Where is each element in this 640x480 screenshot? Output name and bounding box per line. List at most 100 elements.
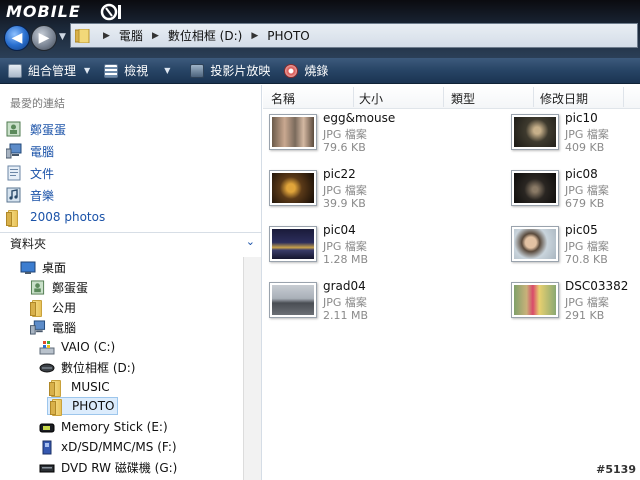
- views-icon: [104, 63, 119, 78]
- favorite-item-computer[interactable]: 電腦: [6, 142, 54, 160]
- burn-button[interactable]: 燒錄: [276, 58, 334, 83]
- drive-icon: [39, 363, 55, 372]
- folders-heading[interactable]: 資料夾 ⌄: [10, 235, 255, 252]
- file-list-pane: 名稱 大小 類型 修改日期 egg&mouse JPG 檔案 79.6 KB p…: [263, 85, 640, 480]
- file-name: pic22: [323, 167, 356, 181]
- watermark: #5139: [596, 463, 636, 476]
- photo-thumbnail: [511, 226, 559, 262]
- file-name: grad04: [323, 279, 366, 293]
- tree-item-card-reader-f[interactable]: xD/SD/MMC/MS (F:): [39, 438, 177, 456]
- tree-item-user[interactable]: 鄭蛋蛋: [30, 278, 88, 296]
- organize-icon: [8, 63, 22, 78]
- favorite-label: 文件: [30, 166, 55, 181]
- favorites-heading: 最愛的連結: [10, 97, 65, 110]
- photo-thumbnail: [511, 282, 559, 318]
- file-size: 79.6 KB: [323, 141, 366, 154]
- recent-pages-dropdown[interactable]: ▼: [59, 32, 66, 42]
- folder-icon: [30, 299, 46, 317]
- file-size: 409 KB: [565, 141, 605, 154]
- chevron-down-icon: ▼: [84, 66, 91, 75]
- tree-label: 桌面: [42, 260, 67, 275]
- tree-item-photo[interactable]: PHOTO: [47, 397, 119, 416]
- file-size: 2.11 MB: [323, 309, 369, 322]
- folder-icon: [75, 28, 90, 43]
- file-item-pic04[interactable]: pic04 JPG 檔案 1.28 MB: [263, 223, 443, 271]
- views-button[interactable]: 檢視 ▼: [96, 58, 176, 83]
- back-button[interactable]: ◀: [4, 25, 30, 51]
- file-size: 291 KB: [565, 309, 605, 322]
- tree-item-desktop[interactable]: 桌面: [20, 258, 66, 276]
- file-type: JPG 檔案: [565, 184, 609, 197]
- file-name: pic05: [565, 223, 598, 237]
- file-item-dsc03382[interactable]: DSC03382 JPG 檔案 291 KB: [505, 279, 640, 327]
- address-bar[interactable]: ▶ 電腦 ▶ 數位相框 (D:) ▶ PHOTO: [70, 23, 638, 48]
- file-item-pic05[interactable]: pic05 JPG 檔案 70.8 KB: [505, 223, 640, 271]
- photo-thumbnail: [511, 114, 559, 150]
- tree-scrollbar[interactable]: [243, 257, 261, 480]
- favorite-item-music[interactable]: 音樂: [6, 186, 54, 204]
- organize-button[interactable]: 組合管理 ▼: [0, 58, 96, 83]
- column-divider[interactable]: [443, 87, 444, 107]
- breadcrumb-photo[interactable]: PHOTO: [267, 29, 309, 43]
- column-header-size[interactable]: 大小: [359, 90, 383, 107]
- file-type: JPG 檔案: [323, 296, 367, 309]
- favorite-label: 鄭蛋蛋: [30, 122, 67, 137]
- tree-item-memory-stick-e[interactable]: Memory Stick (E:): [39, 418, 168, 436]
- tree-label: 數位相框 (D:): [61, 360, 136, 375]
- favorite-item-2008-photos[interactable]: 2008 photos: [6, 208, 105, 227]
- file-item-pic22[interactable]: pic22 JPG 檔案 39.9 KB: [263, 167, 443, 215]
- column-header-type[interactable]: 類型: [451, 90, 475, 107]
- divider: [0, 232, 261, 233]
- tree-item-public[interactable]: 公用: [30, 298, 76, 317]
- file-type: JPG 檔案: [565, 296, 609, 309]
- favorite-label: 音樂: [30, 188, 55, 203]
- file-item-egg-mouse[interactable]: egg&mouse JPG 檔案 79.6 KB: [263, 111, 443, 159]
- file-name: pic08: [565, 167, 598, 181]
- chevron-down-icon[interactable]: ⌄: [246, 235, 255, 252]
- tree-item-computer[interactable]: 電腦: [30, 318, 76, 336]
- file-name: DSC03382: [565, 279, 629, 293]
- breadcrumb-computer[interactable]: 電腦: [119, 27, 143, 44]
- desktop-icon: [20, 261, 36, 274]
- mobile01-logo-icon: [100, 3, 121, 21]
- tree-label: DVD RW 磁碟機 (G:): [61, 460, 178, 475]
- chevron-right-icon: ▶: [103, 30, 110, 41]
- column-divider[interactable]: [533, 87, 534, 107]
- forward-button[interactable]: ▶: [31, 25, 57, 51]
- tree-label: xD/SD/MMC/MS (F:): [61, 440, 177, 454]
- file-item-pic08[interactable]: pic08 JPG 檔案 679 KB: [505, 167, 640, 215]
- tree-item-dvd-g[interactable]: DVD RW 磁碟機 (G:): [39, 458, 177, 476]
- file-type: JPG 檔案: [565, 240, 609, 253]
- tree-item-vaio-c[interactable]: VAIO (C:): [39, 338, 115, 356]
- file-size: 1.28 MB: [323, 253, 369, 266]
- favorite-item-user[interactable]: 鄭蛋蛋: [6, 120, 66, 138]
- user-folder-icon: [30, 279, 45, 295]
- column-divider[interactable]: [353, 87, 354, 107]
- burn-disc-icon: [284, 63, 299, 78]
- window-header: MOBILE ◀ ▶ ▼ ▶ 電腦 ▶ 數位相框 (D:) ▶ PHOTO: [0, 0, 640, 58]
- file-type: JPG 檔案: [323, 184, 367, 197]
- computer-icon: [6, 143, 22, 159]
- photo-thumbnail: [269, 170, 317, 206]
- file-name: pic10: [565, 111, 598, 125]
- tree-label: MUSIC: [71, 380, 110, 394]
- music-icon: [6, 187, 21, 203]
- column-divider[interactable]: [623, 87, 624, 107]
- tree-item-music[interactable]: MUSIC: [49, 378, 110, 397]
- brand-logo: MOBILE: [6, 2, 81, 21]
- file-type: JPG 檔案: [323, 240, 367, 253]
- file-item-pic10[interactable]: pic10 JPG 檔案 409 KB: [505, 111, 640, 159]
- column-header-name[interactable]: 名稱: [271, 90, 295, 107]
- file-size: 39.9 KB: [323, 197, 366, 210]
- chevron-down-icon: ▼: [164, 66, 171, 75]
- tree-label: VAIO (C:): [61, 340, 116, 354]
- tree-item-photo-frame-d[interactable]: 數位相框 (D:): [39, 358, 135, 376]
- favorite-item-documents[interactable]: 文件: [6, 164, 54, 182]
- breadcrumb-drive-d[interactable]: 數位相框 (D:): [168, 27, 242, 44]
- slideshow-icon: [190, 63, 205, 78]
- column-header-date[interactable]: 修改日期: [540, 90, 588, 107]
- photo-thumbnail: [269, 282, 317, 318]
- file-item-grad04[interactable]: grad04 JPG 檔案 2.11 MB: [263, 279, 443, 327]
- slideshow-button[interactable]: 投影片放映: [176, 58, 276, 83]
- file-size: 70.8 KB: [565, 253, 608, 266]
